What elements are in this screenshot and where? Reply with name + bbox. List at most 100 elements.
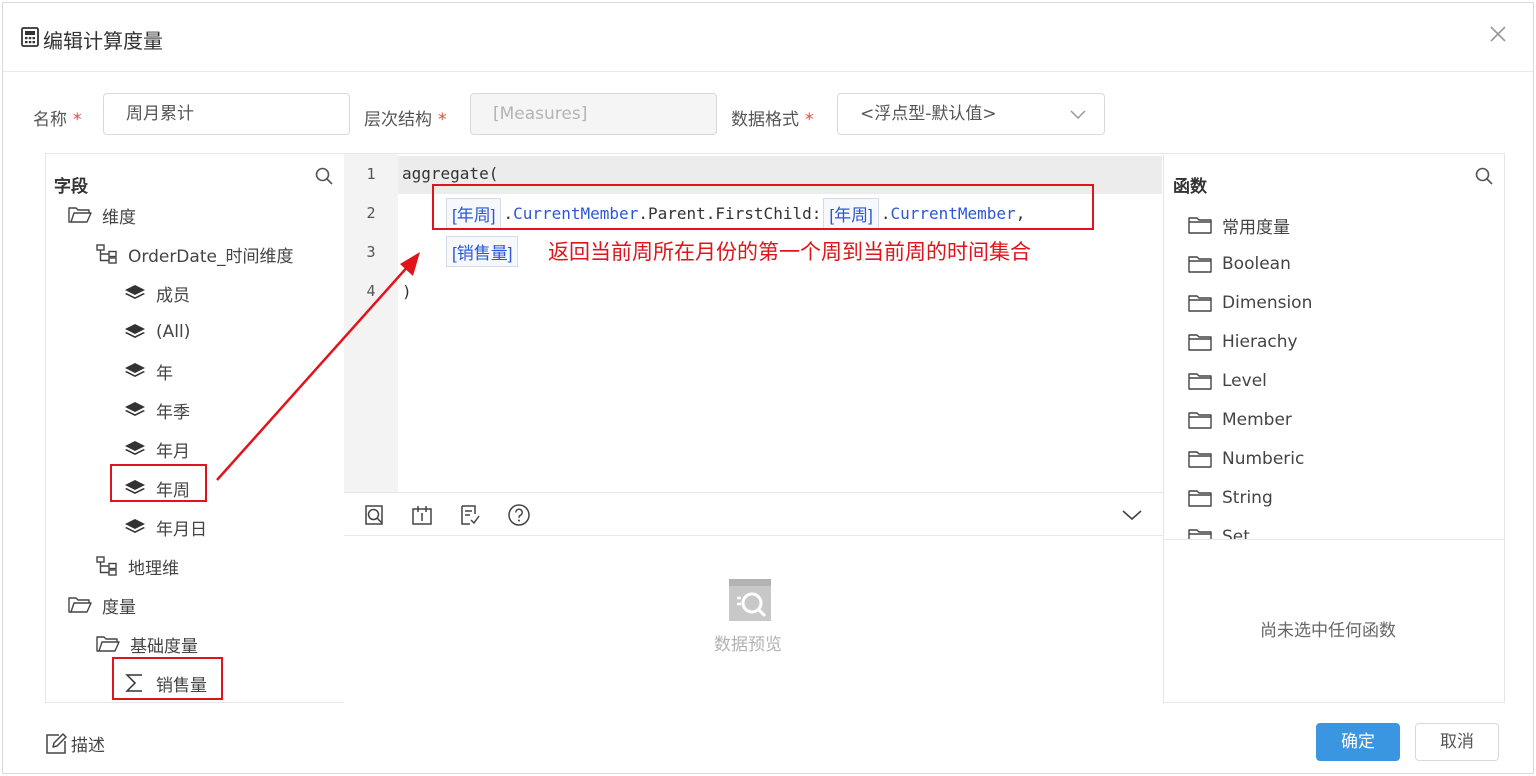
line-number: 1 (366, 165, 376, 183)
dialog-header: 编辑计算度量 (3, 3, 1533, 72)
layers-icon (125, 402, 145, 416)
folder-open-icon (68, 597, 92, 613)
function-category[interactable]: Set (1188, 522, 1250, 539)
function-category[interactable]: Member (1188, 405, 1292, 435)
folder-open-icon (68, 207, 92, 223)
hierarchy-input: [Measures] (470, 93, 717, 135)
layers-icon (125, 519, 145, 533)
tree-item-year-month-day[interactable]: 年月日 (124, 512, 207, 542)
annotation-text: 返回当前周所在月份的第一个周到当前周的时间集合 (548, 240, 1031, 264)
tree-item-geography[interactable]: 地理维 (96, 551, 179, 581)
name-label: 名称 * (33, 110, 82, 130)
layers-icon (125, 441, 145, 455)
hierarchy-icon (96, 244, 117, 264)
edit-calculated-measure-dialog: 编辑计算度量 名称 * 周月累计 层次结构 * [Measures] 数据格式 * <… (2, 2, 1534, 774)
tree-item-label: 年月日 (156, 519, 207, 540)
format-select[interactable]: <浮点型-默认值> (837, 93, 1105, 135)
line-number: 3 (366, 243, 376, 261)
function-category-list: 常用度量 Boolean Dimension Hierachy Level Me… (1164, 154, 1504, 539)
function-category-label: Boolean (1222, 254, 1291, 274)
annotation-box-year-week (110, 464, 207, 502)
code-line-4[interactable]: ) (402, 282, 412, 301)
tree-item-measures[interactable]: 度量 (68, 590, 136, 620)
edit-icon (46, 732, 67, 754)
tree-item-members[interactable]: 成员 (124, 278, 190, 308)
describe-button[interactable]: 描述 (45, 731, 105, 756)
fields-panel-title: 字段 (54, 177, 88, 197)
annotation-box-sales (112, 657, 223, 700)
tree-item-label: 年月 (156, 441, 190, 462)
function-category-label: Hierachy (1222, 332, 1298, 352)
layers-icon (125, 324, 145, 338)
close-icon[interactable] (1487, 23, 1509, 45)
hierarchy-label: 层次结构 * (364, 110, 447, 130)
validate-icon[interactable] (458, 503, 482, 527)
tree-item-all[interactable]: (All) (124, 317, 190, 347)
folder-open-icon (96, 636, 120, 652)
function-category[interactable]: Numberic (1188, 444, 1304, 474)
chevron-down-icon[interactable] (1120, 503, 1144, 527)
describe-label: 描述 (71, 736, 105, 756)
line-number: 2 (366, 204, 376, 222)
function-empty-hint: 尚未选中任何函数 (1260, 621, 1396, 641)
dialog-title: 编辑计算度量 (43, 29, 163, 53)
layers-icon (125, 285, 145, 299)
chevron-down-icon[interactable] (1070, 110, 1086, 120)
tree-item-label: (All) (156, 322, 191, 342)
code-line-3[interactable]: [销售量] (444, 236, 520, 267)
function-category-label: Dimension (1222, 293, 1313, 313)
tree-item-label: 基础度量 (130, 636, 198, 657)
tree-item-label: 地理维 (128, 558, 179, 579)
function-category-label: Member (1222, 410, 1292, 430)
fields-panel: 字段 维度 OrderDate_时间维度 成员 (All) 年 年季 年月 年周… (45, 153, 345, 703)
functions-panel: 函数 常用度量 Boolean Dimension Hierachy Level… (1163, 153, 1505, 703)
cancel-button[interactable]: 取消 (1415, 723, 1499, 761)
folder-icon (1188, 334, 1212, 351)
data-preview-label: 数据预览 (714, 635, 782, 655)
tree-item-year[interactable]: 年 (124, 356, 173, 386)
format-label: 数据格式 * (731, 110, 814, 130)
function-category-label: Set (1222, 527, 1250, 539)
tree-item-label: 年 (156, 363, 173, 384)
tree-item-base-measures[interactable]: 基础度量 (96, 629, 198, 659)
field-token-sales[interactable]: [销售量] (446, 236, 519, 267)
data-preview-icon (729, 579, 771, 621)
editor-toolbar (344, 492, 1164, 536)
function-category-label: String (1222, 488, 1273, 508)
folder-icon (1188, 529, 1212, 539)
tree-item-label: 维度 (102, 207, 136, 228)
function-category[interactable]: 常用度量 (1188, 210, 1290, 240)
calendar-icon[interactable] (410, 503, 434, 527)
folder-icon (1188, 373, 1212, 390)
help-icon[interactable] (507, 503, 531, 527)
layers-icon (125, 363, 145, 377)
folder-icon (1188, 256, 1212, 273)
name-input[interactable]: 周月累计 (103, 93, 350, 135)
search-icon[interactable] (315, 167, 333, 185)
tree-item-dimensions[interactable]: 维度 (68, 200, 136, 230)
tree-item-year-quarter[interactable]: 年季 (124, 395, 190, 425)
tree-item-label: 成员 (156, 285, 190, 306)
folder-icon (1188, 490, 1212, 507)
function-category-label: 常用度量 (1222, 217, 1290, 238)
function-category[interactable]: Level (1188, 366, 1267, 396)
ok-button[interactable]: 确定 (1316, 723, 1400, 761)
format-select-value: <浮点型-默认值> (860, 104, 997, 124)
code-line-1[interactable]: aggregate( (402, 164, 498, 183)
function-category-label: Numberic (1222, 449, 1305, 469)
function-category[interactable]: Boolean (1188, 249, 1291, 279)
function-category[interactable]: String (1188, 483, 1273, 513)
tree-item-label: 度量 (102, 597, 136, 618)
function-category-label: Level (1222, 371, 1267, 391)
tree-item-year-month[interactable]: 年月 (124, 434, 190, 464)
tree-item-label: 年季 (156, 402, 190, 423)
folder-icon (1188, 451, 1212, 468)
preview-search-icon[interactable] (362, 503, 386, 527)
tree-item-label: OrderDate_时间维度 (128, 246, 294, 267)
folder-icon (1188, 295, 1212, 312)
function-category[interactable]: Hierachy (1188, 327, 1298, 357)
tree-item-orderdate[interactable]: OrderDate_时间维度 (96, 239, 293, 269)
folder-icon (1188, 412, 1212, 429)
calculator-icon (21, 27, 39, 47)
function-category[interactable]: Dimension (1188, 288, 1312, 318)
